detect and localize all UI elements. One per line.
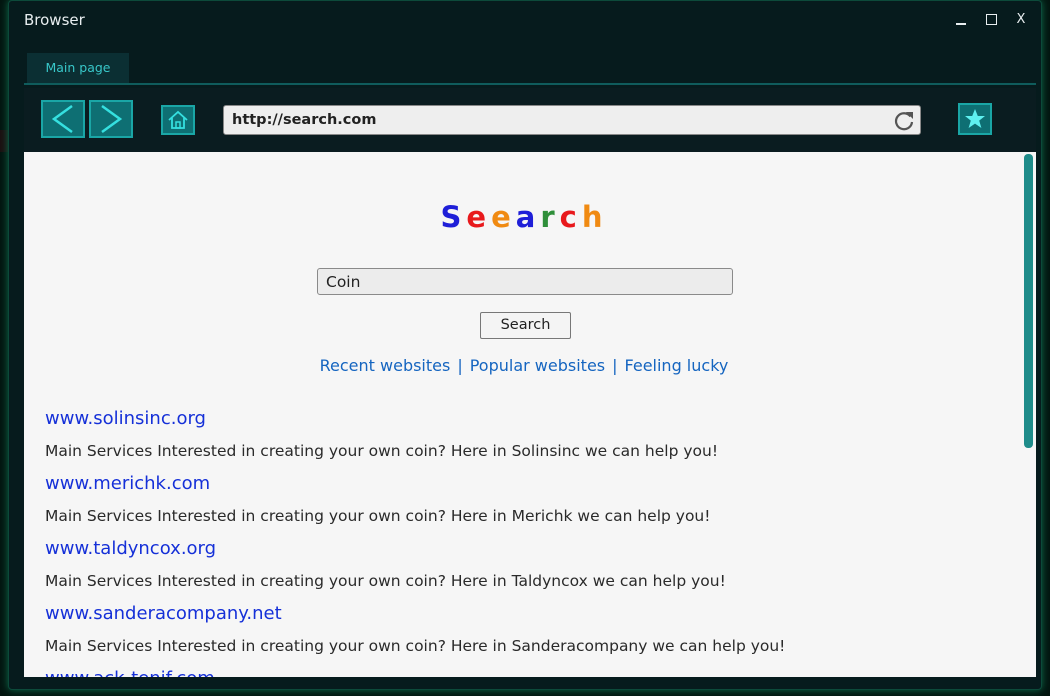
search-results: www.solinsinc.org Main Services Interest… bbox=[45, 405, 1005, 677]
chevron-right-icon bbox=[101, 104, 123, 134]
search-button[interactable]: Search bbox=[480, 312, 571, 339]
browser-window: Browser X Main page http://search.com Se… bbox=[8, 0, 1042, 690]
window-title: Browser bbox=[24, 11, 85, 29]
link-separator: | bbox=[612, 356, 618, 375]
search-field[interactable] bbox=[317, 268, 733, 295]
minimize-button[interactable] bbox=[949, 9, 973, 31]
result-description: Main Services Interested in creating you… bbox=[45, 572, 726, 590]
popular-websites-link[interactable]: Popular websites bbox=[470, 356, 605, 375]
title-bar: Browser X bbox=[9, 1, 1041, 39]
logo-letter: a bbox=[515, 200, 541, 234]
result-description: Main Services Interested in creating you… bbox=[45, 442, 719, 460]
result-description: Main Services Interested in creating you… bbox=[45, 507, 711, 525]
result-link[interactable]: www.ack-tenif.com bbox=[45, 665, 1005, 677]
result-description: Main Services Interested in creating you… bbox=[45, 637, 786, 655]
logo-letter: h bbox=[581, 200, 608, 234]
result-link[interactable]: www.sanderacompany.net bbox=[45, 600, 1005, 632]
favorites-button[interactable] bbox=[958, 103, 992, 135]
back-button[interactable] bbox=[41, 100, 85, 138]
close-button[interactable]: X bbox=[1009, 9, 1033, 31]
result-link[interactable]: www.solinsinc.org bbox=[45, 405, 1005, 437]
link-separator: | bbox=[457, 356, 463, 375]
url-input[interactable] bbox=[232, 109, 882, 131]
logo-letter: e bbox=[491, 200, 516, 234]
home-button[interactable] bbox=[161, 105, 195, 135]
result-link[interactable]: www.merichk.com bbox=[45, 470, 1005, 502]
maximize-button[interactable] bbox=[979, 9, 1003, 31]
tab-main-page[interactable]: Main page bbox=[27, 53, 129, 83]
star-icon bbox=[965, 109, 985, 128]
feeling-lucky-link[interactable]: Feeling lucky bbox=[625, 356, 729, 375]
minimize-icon bbox=[956, 23, 966, 25]
result-link[interactable]: www.taldyncox.org bbox=[45, 535, 1005, 567]
search-input[interactable] bbox=[326, 271, 722, 293]
browser-toolbar bbox=[24, 88, 1036, 152]
quick-links: Recent websites | Popular websites | Feeling… bbox=[24, 356, 1024, 375]
result-item: www.taldyncox.org Main Services Interest… bbox=[45, 535, 1005, 600]
vertical-scrollbar[interactable] bbox=[1024, 154, 1033, 448]
maximize-icon bbox=[985, 14, 997, 25]
address-bar[interactable] bbox=[223, 105, 921, 135]
result-item: www.solinsinc.org Main Services Interest… bbox=[45, 405, 1005, 470]
tab-strip: Main page bbox=[24, 53, 1036, 85]
search-logo: Seearch bbox=[24, 200, 1024, 234]
logo-letter: e bbox=[466, 200, 492, 234]
recent-websites-link[interactable]: Recent websites bbox=[320, 356, 451, 375]
result-item: www.sanderacompany.net Main Services Int… bbox=[45, 600, 1005, 665]
forward-button[interactable] bbox=[89, 100, 133, 138]
result-item: www.ack-tenif.com bbox=[45, 665, 1005, 677]
reload-icon[interactable] bbox=[892, 109, 916, 133]
chevron-left-icon bbox=[51, 104, 73, 134]
page-viewport[interactable]: Seearch Search Recent websites | Popular w… bbox=[24, 152, 1036, 677]
logo-letter: r bbox=[540, 200, 560, 234]
home-icon bbox=[168, 110, 188, 129]
logo-letter: S bbox=[440, 200, 467, 234]
result-item: www.merichk.com Main Services Interested… bbox=[45, 470, 1005, 535]
logo-letter: c bbox=[559, 200, 582, 234]
